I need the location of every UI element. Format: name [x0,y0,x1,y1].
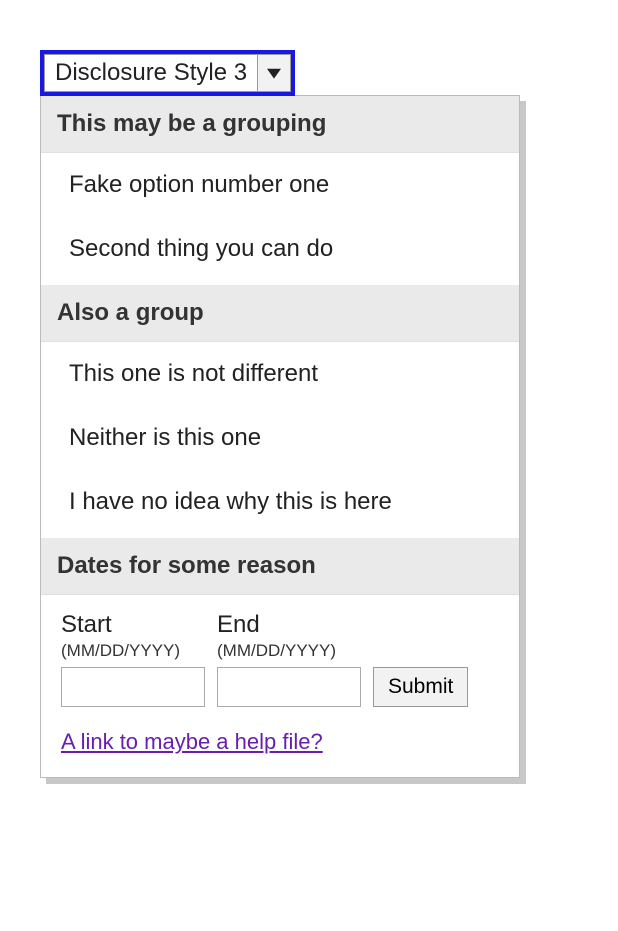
help-link[interactable]: A link to maybe a help file? [61,729,323,755]
menu-option[interactable]: This one is not different [41,342,519,406]
menu-option[interactable]: I have no idea why this is here [41,470,519,534]
chevron-down-icon [257,54,291,92]
group-header-dates: Dates for some reason [41,538,519,595]
group-header: Also a group [41,285,519,342]
menu-option[interactable]: Fake option number one [41,153,519,217]
end-date-label: End [217,611,361,639]
date-form: Start (MM/DD/YYYY) End (MM/DD/YYYY) Subm… [41,595,519,777]
menu-option[interactable]: Second thing you can do [41,217,519,281]
start-date-field: Start (MM/DD/YYYY) [61,611,205,707]
submit-button[interactable]: Submit [373,667,468,707]
end-date-input[interactable] [217,667,361,707]
disclosure-trigger[interactable]: Disclosure Style 3 [40,50,295,96]
disclosure-trigger-label: Disclosure Style 3 [44,54,257,92]
end-date-field: End (MM/DD/YYYY) [217,611,361,707]
end-date-format: (MM/DD/YYYY) [217,641,361,661]
disclosure-widget: Disclosure Style 3 This may be a groupin… [40,50,520,778]
group-header: This may be a grouping [41,96,519,153]
menu-option[interactable]: Neither is this one [41,406,519,470]
start-date-format: (MM/DD/YYYY) [61,641,205,661]
start-date-input[interactable] [61,667,205,707]
start-date-label: Start [61,611,205,639]
disclosure-panel: This may be a grouping Fake option numbe… [40,95,520,778]
